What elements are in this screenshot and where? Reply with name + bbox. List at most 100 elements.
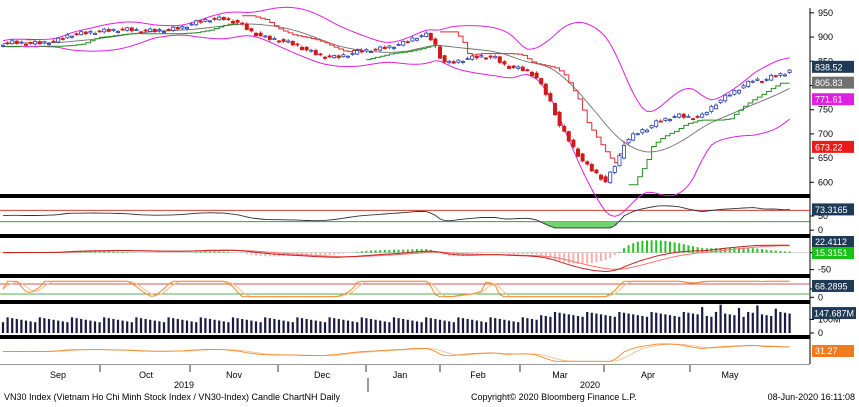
candle-body xyxy=(649,125,654,129)
candle-body xyxy=(152,28,157,32)
volume-bar xyxy=(6,317,9,333)
candle-body xyxy=(433,38,438,45)
footer-center: Copyright© 2020 Bloomberg Finance L.P. xyxy=(471,392,637,402)
volume-bar xyxy=(659,313,662,333)
volume-bar xyxy=(282,320,285,333)
candle-body xyxy=(148,28,153,32)
volume-bar xyxy=(287,321,290,333)
volume-bar xyxy=(747,311,750,333)
candle-body xyxy=(424,32,429,37)
candle-body xyxy=(313,50,318,56)
volume-bar xyxy=(544,315,547,333)
candle-body xyxy=(322,56,327,59)
candle-body xyxy=(410,37,415,42)
volume-bar xyxy=(650,311,653,333)
candle-body xyxy=(258,32,263,37)
volume-bar xyxy=(300,318,304,333)
volume-bar xyxy=(172,318,175,333)
volume-bar xyxy=(521,317,524,333)
volume-bar xyxy=(540,315,543,333)
candle-body xyxy=(143,29,148,32)
volume-bar xyxy=(176,318,179,333)
volume-bar xyxy=(52,319,55,333)
candle-body xyxy=(787,69,792,73)
volume-bar xyxy=(374,319,377,333)
candle-body xyxy=(470,55,475,60)
candle-body xyxy=(428,32,433,41)
volume-bar xyxy=(613,316,616,333)
volume-bar xyxy=(673,315,676,333)
volume-bar xyxy=(664,314,667,333)
main-price-axis: 600650700750800850900950838.52805.83771.… xyxy=(810,8,854,187)
volume-bar xyxy=(512,321,515,333)
volume-bar xyxy=(737,307,741,333)
candle-body xyxy=(737,89,742,94)
candle-body xyxy=(180,25,185,29)
candle-body xyxy=(599,174,604,180)
candle-body xyxy=(727,94,732,97)
y-tick-label: 950 xyxy=(818,8,833,18)
volume-bar xyxy=(682,311,685,333)
candle-body xyxy=(97,30,102,33)
candle-body xyxy=(368,51,373,54)
candle-body xyxy=(483,57,488,60)
volume-bar xyxy=(379,320,382,333)
volume-bar xyxy=(84,319,87,333)
y-tick-label: 650 xyxy=(818,153,833,163)
indicator-panel: 31.27 xyxy=(2,343,854,362)
upper-band-line xyxy=(2,6,790,112)
volume-bar xyxy=(788,313,791,333)
candle-body xyxy=(194,20,199,26)
volume-bar xyxy=(383,321,386,333)
candle-body xyxy=(576,148,581,157)
candle-body xyxy=(37,41,42,45)
candles xyxy=(0,15,792,185)
volume-bar xyxy=(310,319,313,333)
candle-body xyxy=(580,153,585,162)
candle-body xyxy=(23,43,28,46)
volume-bar xyxy=(273,318,276,333)
candle-body xyxy=(617,155,622,167)
volume-bar xyxy=(728,314,731,333)
macd-line xyxy=(3,244,790,273)
volume-bar xyxy=(185,320,189,333)
candle-body xyxy=(378,46,383,51)
candle-body xyxy=(299,46,304,51)
volume-bar xyxy=(641,315,644,333)
month-label: Dec xyxy=(314,370,331,380)
candle-body xyxy=(88,31,93,34)
stochastic-panel: 05068.2895 xyxy=(0,279,854,302)
volume-bar xyxy=(89,320,92,333)
candle-body xyxy=(603,176,608,183)
candle-body xyxy=(189,23,194,26)
candle-body xyxy=(304,46,309,51)
candle-body xyxy=(207,20,212,23)
candle-body xyxy=(327,55,332,58)
candle-body xyxy=(783,74,788,77)
volume-bar xyxy=(250,320,253,333)
lower-band-line xyxy=(2,34,790,217)
candle-body xyxy=(226,18,231,21)
volume-bar xyxy=(526,318,529,333)
volume-bar xyxy=(43,318,46,333)
candle-body xyxy=(14,40,19,44)
volume-bar xyxy=(80,318,83,333)
candle-body xyxy=(111,28,116,31)
volume-bar xyxy=(475,320,478,333)
main-price-panel xyxy=(0,6,792,217)
volume-bar xyxy=(489,317,492,333)
value-label: 31.27 xyxy=(815,346,838,356)
volume-bar xyxy=(144,318,147,333)
candle-body xyxy=(79,31,84,36)
volume-bar xyxy=(167,317,170,333)
candle-body xyxy=(493,56,498,59)
volume-bar xyxy=(135,317,138,333)
volume-bar xyxy=(181,319,184,333)
volume-bar xyxy=(691,313,695,333)
candle-body xyxy=(525,69,530,72)
volume-bar xyxy=(710,316,713,333)
candle-body xyxy=(622,144,627,159)
candle-body xyxy=(401,40,406,46)
candle-body xyxy=(502,61,507,65)
candle-body xyxy=(778,73,783,76)
